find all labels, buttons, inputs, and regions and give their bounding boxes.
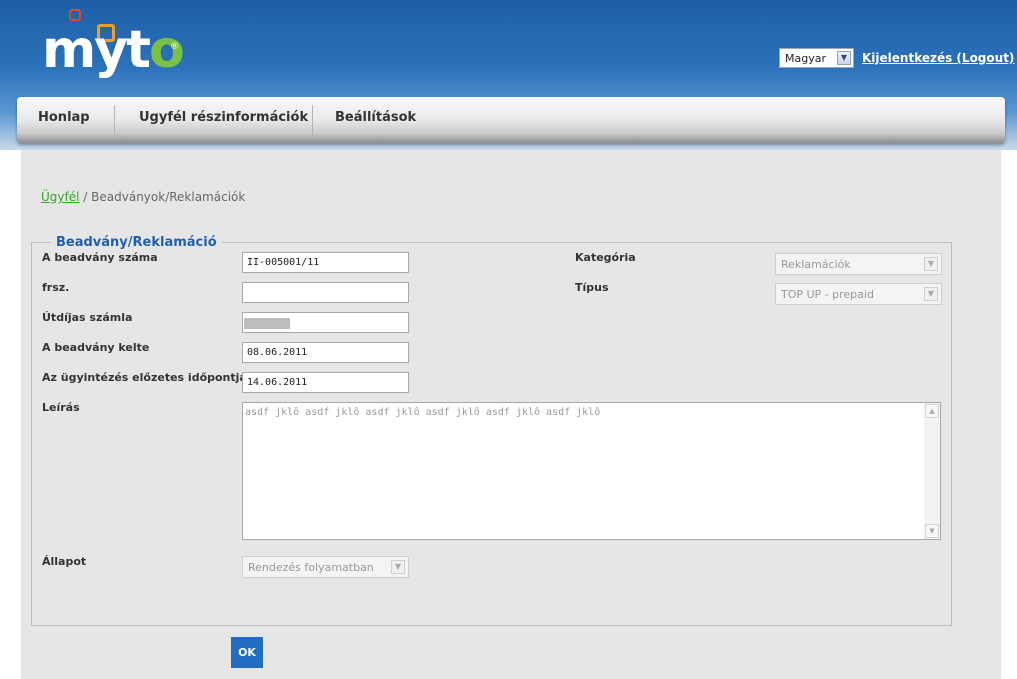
logo-text: myto [42, 20, 185, 80]
chevron-down-icon[interactable]: ▼ [391, 560, 405, 574]
nav-separator [312, 105, 313, 135]
textarea-scrollbar[interactable]: ▲ ▼ [924, 403, 940, 539]
ok-button[interactable]: OK [231, 637, 263, 668]
breadcrumb-link-customer[interactable]: Ügyfél [41, 190, 79, 204]
nav-item-customer-info[interactable]: Ugyfél részinformációk [139, 97, 308, 139]
status-select[interactable]: Rendezés folyamatban ▼ [242, 556, 409, 578]
label-description: Leírás [42, 401, 80, 414]
type-select-value: TOP UP - prepaid [781, 288, 874, 301]
type-select[interactable]: TOP UP - prepaid ▼ [775, 283, 942, 305]
deadline-date-field[interactable]: 14.06.2011 [242, 372, 409, 393]
breadcrumb-separator: / [83, 190, 88, 204]
logout-link[interactable]: Kijelentkezés (Logout) [862, 51, 1014, 65]
label-deadline: Az ügyintézés előzetes időpontja [42, 371, 247, 384]
nav-item-honlap[interactable]: Honlap [38, 97, 90, 139]
category-select-value: Reklamációk [781, 258, 851, 271]
form-legend: Beadvány/Reklamáció [51, 235, 222, 250]
description-text: asdf jklô asdf jklô asdf jklô asdf jklô … [245, 407, 601, 418]
language-select-value: Magyar [785, 52, 826, 65]
redacted-value-block [244, 318, 290, 329]
chevron-down-icon[interactable]: ▼ [924, 257, 938, 271]
breadcrumb-current: Beadványok/Reklamációk [91, 190, 246, 204]
frsz-field[interactable] [242, 282, 409, 303]
scroll-down-icon[interactable]: ▼ [925, 524, 939, 538]
chevron-down-icon[interactable]: ▼ [924, 287, 938, 301]
breadcrumb: Ügyfél / Beadványok/Reklamációk [41, 190, 245, 204]
label-status: Állapot [42, 555, 87, 568]
label-submission-date: A beadvány kelte [42, 341, 150, 354]
main-navigation: Honlap Ugyfél részinformációk Beállításo… [17, 97, 1005, 143]
label-frsz: frsz. [42, 281, 70, 294]
description-textarea[interactable]: asdf jklô asdf jklô asdf jklô asdf jklô … [242, 402, 941, 540]
label-submission-number: A beadvány száma [42, 251, 158, 264]
submission-number-field[interactable]: II-005001/11 [242, 252, 409, 273]
scroll-up-icon[interactable]: ▲ [925, 404, 939, 418]
logo-registered-mark: ® [170, 42, 179, 52]
nav-separator [114, 105, 115, 135]
myto-logo[interactable]: myto ® [40, 6, 190, 88]
language-select[interactable]: Magyar ▼ [779, 48, 854, 68]
nav-item-settings[interactable]: Beállítások [335, 97, 416, 139]
category-select[interactable]: Reklamációk ▼ [775, 253, 942, 275]
label-type: Típus [575, 281, 609, 294]
submission-date-field[interactable]: 08.06.2011 [242, 342, 409, 363]
status-select-value: Rendezés folyamatban [248, 561, 374, 574]
label-toll-invoice: Útdíjas számla [42, 311, 133, 324]
chevron-down-icon[interactable]: ▼ [837, 51, 851, 65]
logo-text-main: myt [42, 20, 151, 80]
label-category: Kategória [575, 251, 636, 264]
